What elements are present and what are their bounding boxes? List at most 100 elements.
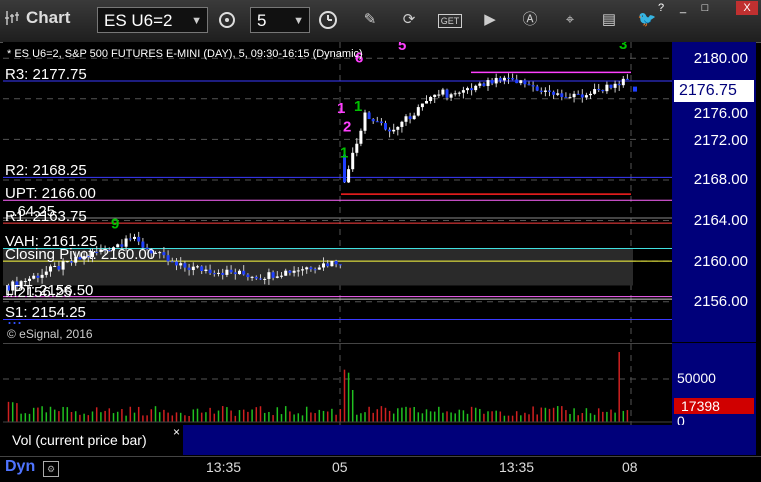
candle-body xyxy=(313,269,317,271)
close-icon[interactable]: × xyxy=(173,417,180,447)
chat-icon: ▤ xyxy=(601,11,617,28)
level-label: R3: 2177.75 xyxy=(5,66,87,84)
candle-body xyxy=(597,89,601,91)
candle-body xyxy=(609,84,613,88)
candle-body xyxy=(511,78,515,80)
candle-body xyxy=(330,260,334,267)
candle-body xyxy=(288,270,292,273)
price-tick: 2164.00 xyxy=(693,212,748,229)
candle-body xyxy=(531,85,535,87)
candle-body xyxy=(250,276,254,278)
help-button[interactable]: ? xyxy=(652,1,670,15)
chart-header: * ES U6=2, S&P 500 FUTURES E-MINI (DAY),… xyxy=(7,48,363,60)
candle-body xyxy=(613,83,617,88)
candle-body xyxy=(449,94,453,98)
candle-body xyxy=(502,77,506,81)
candle-body xyxy=(128,238,132,240)
minimize-button[interactable]: _ xyxy=(674,1,692,15)
candle-body xyxy=(191,266,195,271)
quote-button[interactable]: GET xyxy=(436,7,464,33)
candle-body xyxy=(576,93,580,95)
time-axis[interactable]: Dyn ⚙ 13:35 05 13:35 08 xyxy=(0,456,761,482)
candle-body xyxy=(204,269,208,272)
level-label: ...2156.25 xyxy=(5,284,72,302)
settings-icon[interactable]: ⚙ xyxy=(43,461,59,477)
link-settings-button[interactable] xyxy=(213,7,241,33)
candle-body xyxy=(605,84,609,92)
candle-body xyxy=(441,89,445,95)
time-tick: 13:35 xyxy=(206,459,242,475)
price-tick: 2156.00 xyxy=(693,293,748,310)
draw-button[interactable]: ✎ xyxy=(356,7,384,33)
setup-marker: 9 xyxy=(111,216,119,233)
price-tick: 2176.00 xyxy=(693,105,748,122)
candle-body xyxy=(548,90,551,92)
candle-body xyxy=(420,103,424,108)
setup-marker: 1 xyxy=(354,98,362,115)
candle-body xyxy=(301,269,304,271)
candle-body xyxy=(437,94,441,96)
alert-icon: Ⓐ xyxy=(522,11,538,28)
candle-body xyxy=(625,78,629,80)
clock-button[interactable] xyxy=(314,7,342,33)
price-chart[interactable]: 121165101139 * ES U6=2, S&P 500 FUTURES … xyxy=(3,42,672,342)
close-button[interactable]: X xyxy=(736,1,758,15)
time-tick: 05 xyxy=(332,459,348,475)
candle-body xyxy=(384,123,387,130)
candle-body xyxy=(32,275,36,279)
candle-body xyxy=(322,263,325,268)
candle-body xyxy=(601,90,605,92)
refresh-button[interactable]: ⟳ xyxy=(395,7,423,33)
gear-icon xyxy=(219,12,235,28)
candle-body xyxy=(137,236,141,242)
candle-body xyxy=(133,236,136,239)
dynamic-mode-label[interactable]: Dyn xyxy=(5,458,35,476)
candle-body xyxy=(486,80,490,86)
candle-body xyxy=(44,271,48,275)
play-icon: ▶ xyxy=(484,11,496,28)
setup-marker: 1 xyxy=(340,145,348,162)
symbol-select[interactable]: ES U6=2 ▼ xyxy=(97,7,208,33)
candle-body xyxy=(49,266,52,272)
candle-body xyxy=(617,83,621,86)
cursor-button[interactable]: ⌖ xyxy=(556,7,584,33)
setup-marker: 5 xyxy=(398,42,406,54)
candle-body xyxy=(593,89,597,94)
setup-marker: 1 xyxy=(337,100,345,117)
candle-body xyxy=(238,270,241,275)
volume-legend[interactable]: Vol (current price bar) × xyxy=(3,425,183,455)
candle-body xyxy=(498,77,502,81)
candle-body xyxy=(564,97,568,99)
candle-body xyxy=(543,90,547,92)
interval-select[interactable]: 5 ▼ xyxy=(250,7,310,33)
candle-body xyxy=(494,77,498,84)
cursor-icon: ⌖ xyxy=(565,11,575,28)
candle-body xyxy=(404,116,408,122)
candle-body xyxy=(556,93,560,95)
alert-button[interactable]: Ⓐ xyxy=(516,7,544,33)
candle-body xyxy=(507,77,510,79)
candle-body xyxy=(453,93,457,95)
candle-body xyxy=(162,252,166,256)
play-button[interactable]: ▶ xyxy=(476,7,504,33)
candle-body xyxy=(309,267,313,270)
candle-body xyxy=(470,88,474,91)
candle-body xyxy=(334,260,338,265)
setup-marker: 2 xyxy=(343,118,351,135)
candle-body xyxy=(271,272,275,278)
chat-button[interactable]: ▤ xyxy=(595,7,623,33)
volume-canvas xyxy=(3,344,672,426)
candle-body xyxy=(183,263,187,268)
candle-body xyxy=(347,169,351,183)
candle-body xyxy=(363,112,367,131)
candle-body xyxy=(229,269,233,273)
interval-value: 5 xyxy=(257,11,267,30)
candle-body xyxy=(515,79,519,84)
price-tick: 2180.00 xyxy=(693,50,748,67)
candle-body xyxy=(572,93,576,98)
price-axis[interactable]: 2180.00 2176.00 2172.00 2168.00 2164.00 … xyxy=(672,42,756,342)
candle-body xyxy=(284,270,288,276)
maximize-button[interactable]: □ xyxy=(696,1,714,15)
level-label: R1: 2163.75 xyxy=(5,208,87,226)
volume-pane[interactable] xyxy=(3,343,672,426)
